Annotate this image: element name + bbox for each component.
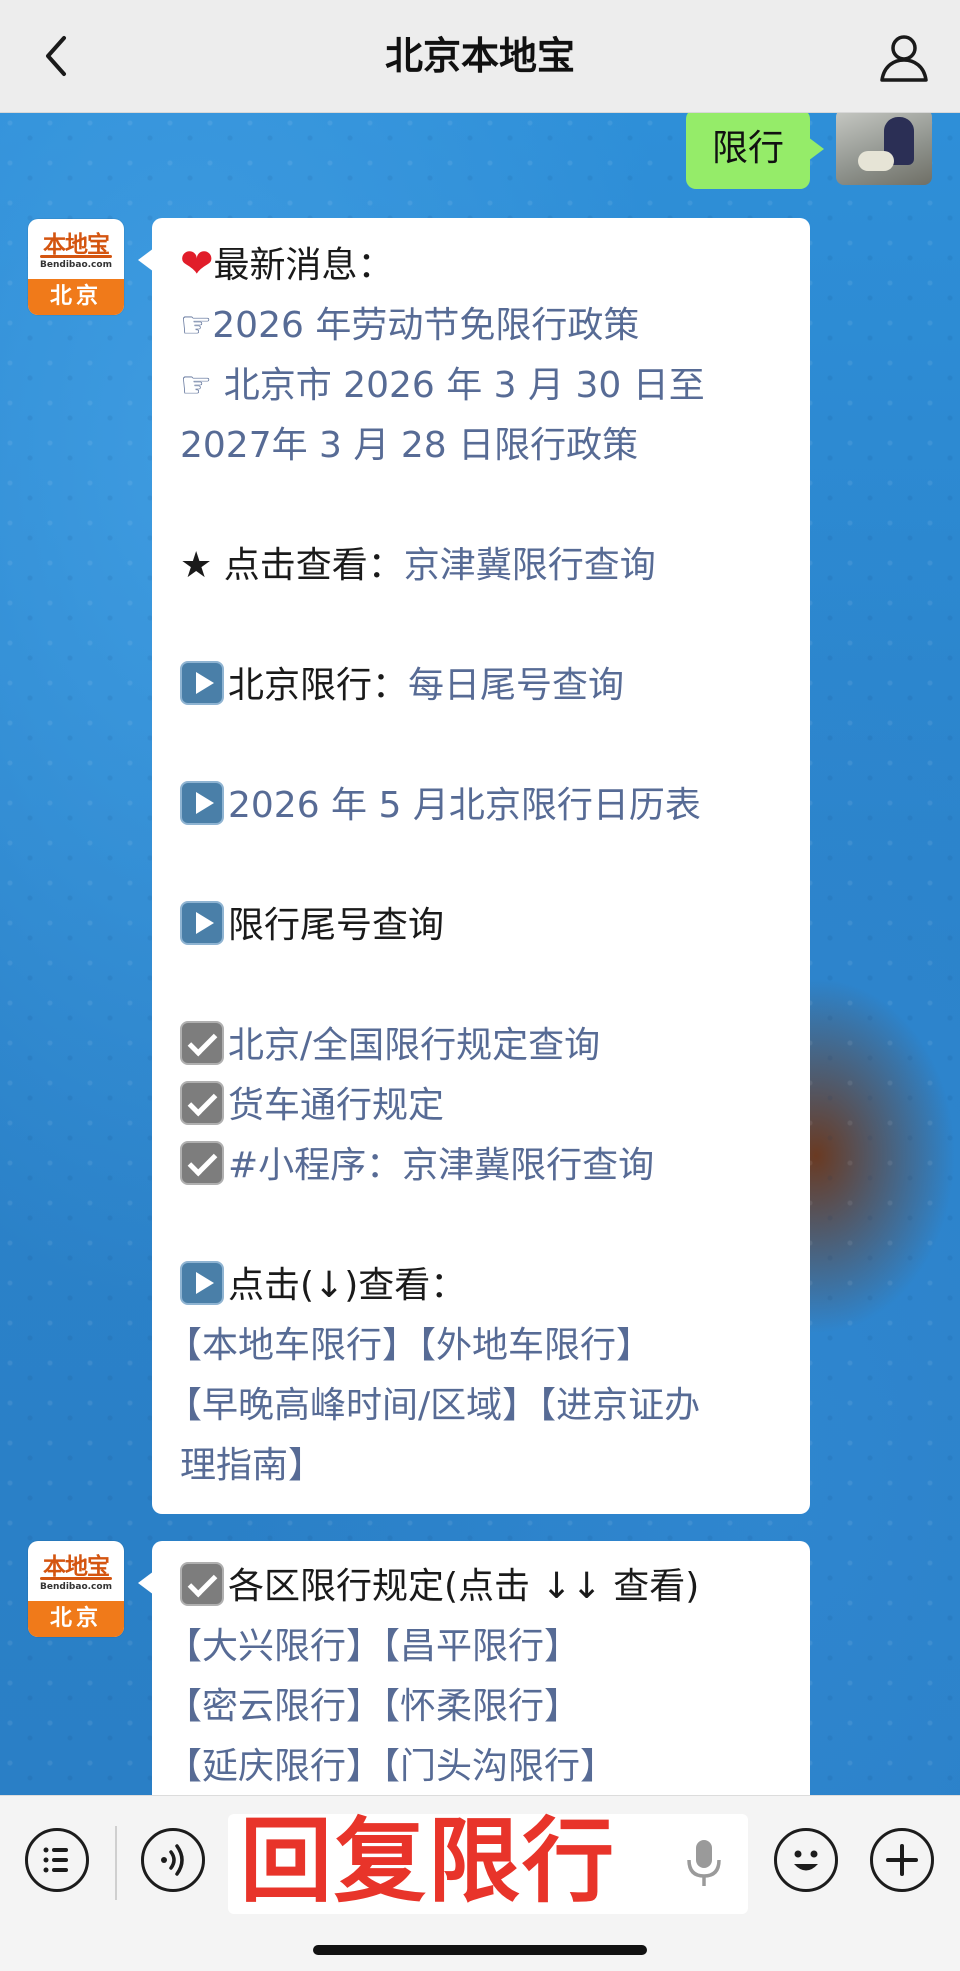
local-car-link[interactable]: 【本地车限行】	[166, 1325, 418, 1366]
page-title: 北京本地宝	[384, 34, 575, 78]
click-view-row: 点击(↓)查看：	[180, 1256, 786, 1316]
jjj-query-link[interactable]: 京津冀限行查询	[404, 545, 656, 586]
logo-city: 北京	[28, 1601, 124, 1637]
beijing-limit-label: 北京限行：	[228, 665, 409, 706]
outside-car-link[interactable]: 【外地车限行】	[418, 1325, 652, 1366]
miyun-link[interactable]: 【密云限行】	[166, 1686, 382, 1727]
peak-links-row: 【早晚高峰时间/区域】【进京证办	[166, 1376, 786, 1436]
truck-rules-link[interactable]: 货车通行规定	[228, 1085, 444, 1126]
checkbox-icon	[180, 1141, 224, 1185]
checkbox-icon	[180, 1081, 224, 1125]
check-row-2: 货车通行规定	[180, 1076, 786, 1136]
logo-city: 北京	[28, 279, 124, 315]
star-row: ★ 点击查看：京津冀限行查询	[180, 536, 786, 596]
tail-query-label[interactable]: 限行尾号查询	[228, 905, 444, 946]
reply-overlay-text: 回复限行	[240, 1808, 617, 1915]
logo-text: 本地宝	[43, 231, 110, 258]
incoming-message-bubble: ❤最新消息： ☞2026 年劳动节免限行政策 ☞ 北京市 2026 年 3 月 …	[138, 218, 810, 1514]
logo-underline	[40, 255, 112, 258]
calendar-link[interactable]: 2026 年 5 月北京限行日历表	[228, 785, 701, 826]
checkbox-icon	[180, 1021, 224, 1065]
district-links-row-3: 【延庆限行】【门头沟限行】	[166, 1737, 786, 1795]
logo-url: Bendibao.com	[40, 1582, 112, 1592]
permit-guide-link-a[interactable]: 【进京证办	[538, 1385, 700, 1426]
star-label: ★ 点击查看：	[180, 545, 404, 586]
plus-icon[interactable]	[870, 1828, 934, 1892]
district-label: 各区限行规定(点击 ↓↓ 查看)	[228, 1566, 700, 1607]
chat-area[interactable]: 限行 本地宝 Bendibao.com 北京 ❤最新消息： ☞2026 年劳动节…	[0, 113, 960, 1795]
mic-icon[interactable]	[684, 1836, 724, 1892]
divider	[115, 1826, 117, 1900]
policy-2026-link-line1[interactable]: ☞ 北京市 2026 年 3 月 30 日至	[180, 356, 786, 416]
emoji-icon[interactable]	[774, 1828, 838, 1892]
national-rules-link[interactable]: 北京/全国限行规定查询	[228, 1025, 600, 1066]
user-avatar[interactable]	[836, 113, 932, 185]
daxing-link[interactable]: 【大兴限行】	[166, 1626, 382, 1667]
check-row-3: #小程序：京津冀限行查询	[180, 1136, 786, 1196]
beijing-limit-row: 北京限行：每日尾号查询	[180, 656, 786, 716]
vehicle-links-row: 【本地车限行】【外地车限行】	[166, 1316, 786, 1376]
check-row-1: 北京/全国限行规定查询	[180, 1016, 786, 1076]
calendar-row: 2026 年 5 月北京限行日历表	[180, 776, 786, 836]
district-row: 各区限行规定(点击 ↓↓ 查看)	[180, 1557, 786, 1617]
menu-icon[interactable]	[25, 1828, 89, 1892]
district-links-row-2: 【密云限行】【怀柔限行】	[166, 1677, 786, 1737]
voice-icon[interactable]	[141, 1828, 205, 1892]
click-view-label: 点击(↓)查看：	[228, 1265, 467, 1306]
daily-tail-query-link[interactable]: 每日尾号查询	[408, 665, 624, 706]
permit-guide-link-b[interactable]: 理指南】	[180, 1436, 786, 1496]
tail-query-row: 限行尾号查询	[180, 896, 786, 956]
huairou-link[interactable]: 【怀柔限行】	[382, 1686, 580, 1727]
policy-2026-link-line2[interactable]: 2027年 3 月 28 日限行政策	[180, 416, 786, 476]
peak-hours-link[interactable]: 【早晚高峰时间/区域】	[166, 1385, 538, 1426]
checkbox-icon	[180, 1562, 224, 1606]
person-icon[interactable]	[874, 28, 934, 88]
yanqing-link[interactable]: 【延庆限行】	[166, 1746, 382, 1787]
district-links-row-1: 【大兴限行】【昌平限行】	[166, 1617, 786, 1677]
incoming-message-bubble: 各区限行规定(点击 ↓↓ 查看) 【大兴限行】【昌平限行】 【密云限行】【怀柔限…	[138, 1541, 810, 1795]
bot-avatar[interactable]: 本地宝 Bendibao.com 北京	[28, 219, 124, 315]
latest-news-label: 最新消息：	[213, 245, 394, 286]
avatar-figure-detail	[858, 151, 894, 171]
mini-program-label[interactable]: #小程序：	[228, 1145, 402, 1186]
outgoing-message-bubble[interactable]: 限行	[685, 113, 825, 189]
logo-underline	[40, 1577, 112, 1580]
logo-url: Bendibao.com	[40, 260, 112, 270]
mini-program-link[interactable]: 京津冀限行查询	[402, 1145, 654, 1186]
changping-link[interactable]: 【昌平限行】	[382, 1626, 580, 1667]
play-icon	[180, 661, 224, 705]
top-bar: 北京本地宝	[0, 0, 960, 113]
mentougou-link[interactable]: 【门头沟限行】	[382, 1746, 616, 1787]
labor-day-policy-link[interactable]: ☞2026 年劳动节免限行政策	[180, 296, 786, 356]
latest-news-row: ❤最新消息：	[180, 234, 786, 296]
home-indicator[interactable]	[313, 1945, 647, 1955]
logo-text: 本地宝	[43, 1553, 110, 1580]
heart-icon: ❤	[180, 241, 214, 287]
play-icon	[180, 781, 224, 825]
bot-avatar[interactable]: 本地宝 Bendibao.com 北京	[28, 1541, 124, 1637]
play-icon	[180, 901, 224, 945]
play-icon	[180, 1261, 224, 1305]
